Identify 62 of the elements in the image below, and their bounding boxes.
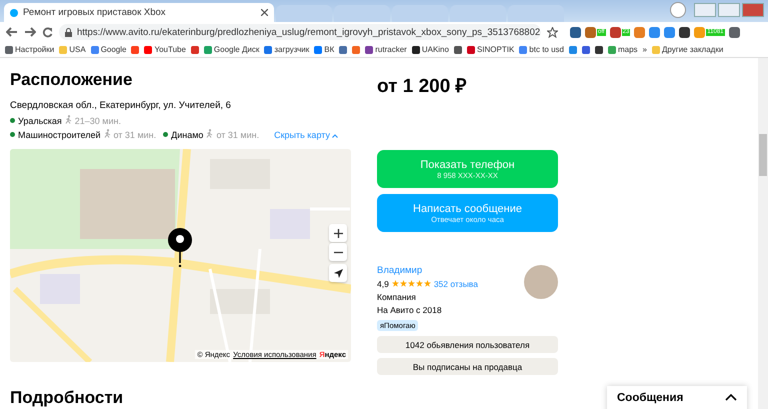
- folder-icon: [652, 46, 660, 54]
- metro-dot-icon: [163, 132, 168, 137]
- extension-icon[interactable]: [610, 26, 621, 38]
- bookmark-item[interactable]: SINOPTIK: [476, 45, 514, 54]
- walking-icon: [206, 129, 214, 140]
- plus-icon: [334, 228, 342, 238]
- reload-icon[interactable]: [42, 26, 53, 38]
- extension-icon[interactable]: [679, 26, 690, 38]
- bookmark-item[interactable]: maps: [618, 45, 638, 54]
- seller-action-button[interactable]: 1042 обьявления пользователя: [377, 336, 558, 353]
- metro-station: Машиностроителей: [18, 130, 100, 140]
- rating-value: 4,9: [377, 279, 389, 289]
- profile-icon[interactable]: [670, 2, 686, 18]
- bookmark-favicon-icon[interactable]: [454, 46, 462, 54]
- bookmark-item[interactable]: Настройки: [15, 45, 54, 54]
- walk-time: от 31 мин.: [216, 130, 260, 140]
- zoom-in-button[interactable]: [329, 224, 347, 242]
- locate-arrow-icon: [334, 268, 342, 278]
- extension-icon[interactable]: [728, 26, 740, 38]
- walk-time: 21–30 мин.: [74, 116, 121, 126]
- bookmark-item[interactable]: btc to usd: [529, 45, 564, 54]
- bookmark-item[interactable]: ВК: [324, 45, 334, 54]
- metro-station: Уральская: [18, 116, 62, 126]
- price-text: от 1 200 ₽: [377, 75, 468, 99]
- browser-tab[interactable]: Ремонт игровых приставок Xbox: [4, 3, 274, 22]
- close-tab-icon[interactable]: [261, 9, 268, 16]
- bookmark-item[interactable]: YouTube: [154, 45, 186, 54]
- extension-icon[interactable]: [570, 26, 581, 38]
- other-bookmarks-item[interactable]: Другие закладки: [662, 45, 724, 54]
- messages-title: Сообщения: [617, 392, 684, 406]
- metro-dot-icon: [10, 132, 15, 137]
- scrollbar[interactable]: [758, 58, 768, 409]
- more-bookmarks-button[interactable]: »: [642, 45, 647, 54]
- bookmark-item[interactable]: USA: [69, 45, 86, 54]
- site-favicon-icon: [10, 8, 18, 16]
- section-title: Расположение: [10, 70, 134, 90]
- seller-since: На Авито с 2018: [377, 305, 443, 315]
- seller-type: Компания: [377, 292, 417, 302]
- star-icon[interactable]: [547, 26, 558, 38]
- locate-button[interactable]: [329, 264, 347, 282]
- bookmark-item[interactable]: UAKino: [422, 45, 449, 54]
- walking-icon: [64, 115, 72, 126]
- address-text: Свердловская обл., Екатеринбург, ул. Учителей, 6: [10, 100, 232, 111]
- bookmark-favicon-icon[interactable]: [594, 46, 603, 54]
- bookmark-favicon-icon[interactable]: [582, 46, 590, 54]
- bookmark-item[interactable]: rutracker: [375, 45, 407, 54]
- zoom-out-button[interactable]: [329, 243, 347, 261]
- walk-time: от 31 мин.: [114, 130, 156, 140]
- bookmark-item[interactable]: Google: [100, 45, 126, 54]
- section-title: Подробности: [10, 388, 124, 408]
- address-bar[interactable]: https://www.avito.ru/ekaterinburg/predlozheniya_uslug/remont_igrovyh_pristavok_xbox_sony_ps_3513768802: [59, 24, 541, 40]
- messages-panel[interactable]: Сообщения: [607, 386, 747, 409]
- caret-up-icon: [332, 134, 338, 138]
- lock-icon: [65, 28, 72, 36]
- back-arrow-icon[interactable]: [6, 27, 18, 37]
- walking-icon: [104, 129, 110, 140]
- seller-action-button[interactable]: Вы подписаны на продавца: [377, 358, 558, 375]
- metro-station: Динамо: [171, 130, 204, 140]
- bookmark-item[interactable]: Google Диск: [214, 45, 260, 54]
- bookmark-item[interactable]: загрузчик: [274, 45, 310, 54]
- forward-arrow-icon[interactable]: [24, 27, 36, 37]
- metro-dot-icon: [10, 118, 15, 123]
